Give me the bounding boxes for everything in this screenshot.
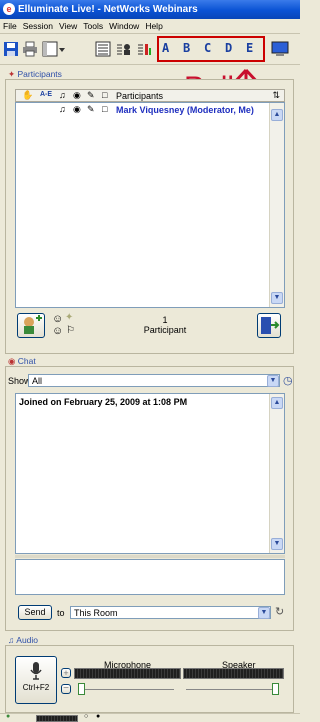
chat-transcript: Joined on February 25, 2009 at 1:08 PM ▲… xyxy=(15,393,285,554)
menu-file[interactable]: File xyxy=(0,19,20,33)
scroll-up-icon[interactable]: ▲ xyxy=(271,109,283,121)
chat-splitter[interactable] xyxy=(15,555,285,558)
microphone-volume-track xyxy=(80,689,174,690)
chat-show-select[interactable]: All ▼ xyxy=(28,374,280,387)
menu-bar: File Session View Tools Window Help xyxy=(0,19,300,34)
elluminate-logo-icon: e xyxy=(3,3,15,15)
recipient-value: This Room xyxy=(74,608,118,618)
talk-hotkey-label: Ctrl+F2 xyxy=(22,683,50,692)
participant-app-share-icon: □ xyxy=(102,104,108,114)
raise-hand-list-icon[interactable] xyxy=(115,41,131,57)
participant-whiteboard-icon: ✎ xyxy=(87,104,95,114)
show-dropdown-chevron-icon[interactable]: ▼ xyxy=(267,375,279,387)
chat-message-input[interactable] xyxy=(15,559,285,595)
print-icon[interactable] xyxy=(22,41,38,57)
layout-menu-icon[interactable] xyxy=(42,41,66,57)
window-title: Elluminate Live! - NetWorks Webinars xyxy=(18,4,198,15)
recipient-select[interactable]: This Room ▼ xyxy=(70,606,271,619)
exit-session-button[interactable] xyxy=(257,313,281,338)
send-button[interactable]: Send xyxy=(18,605,52,620)
participant-audio-icon: ♫ xyxy=(59,104,66,114)
microphone-volume-up-button[interactable]: + xyxy=(61,668,71,678)
add-participant-icon xyxy=(24,315,42,334)
manage-participants-button[interactable] xyxy=(17,313,45,338)
talk-button[interactable]: Ctrl+F2 xyxy=(15,656,57,704)
poll-results-icon[interactable] xyxy=(136,41,152,57)
participant-name: Mark Viquesney (Moderator, Me) xyxy=(116,105,254,115)
participants-scrollbar[interactable]: ▲ ▼ xyxy=(269,103,284,307)
chat-scroll-up-icon[interactable]: ▲ xyxy=(271,397,283,409)
audio-icon: ♫ xyxy=(8,635,15,645)
menu-session[interactable]: Session xyxy=(20,19,56,33)
video-column-icon[interactable]: ◉ xyxy=(73,90,81,101)
menu-tools[interactable]: Tools xyxy=(80,19,106,33)
microphone-volume-down-button[interactable]: − xyxy=(61,684,71,694)
chat-icon: ◉ xyxy=(8,356,16,366)
audio-panel-header: ♫ Audio xyxy=(8,635,38,645)
participant-count-label: Participant xyxy=(143,325,187,335)
emoticon-face-icon[interactable]: ☺ xyxy=(52,325,63,337)
save-icon[interactable] xyxy=(3,41,19,57)
list-icon[interactable] xyxy=(95,41,111,57)
emoticons-icon[interactable]: ☺ xyxy=(52,313,63,325)
speaker-volume-slider[interactable] xyxy=(272,683,279,695)
menu-window[interactable]: Window xyxy=(106,19,142,33)
scroll-down-icon[interactable]: ▼ xyxy=(271,292,283,304)
speaker-level-meter xyxy=(183,668,284,679)
application-sharing-icon[interactable] xyxy=(271,41,289,57)
speaker-volume-track xyxy=(186,689,276,690)
app-share-column-icon[interactable]: □ xyxy=(102,90,107,100)
poll-column-icon[interactable]: A-E xyxy=(40,91,52,98)
chat-options-icon[interactable]: ↻ xyxy=(275,605,284,618)
participant-row[interactable]: ♫ ◉ ✎ □ Mark Viquesney (Moderator, Me) xyxy=(16,104,270,116)
menu-help[interactable]: Help xyxy=(142,19,165,33)
participants-column-header: ✋ A-E ♫ ◉ ✎ □ Participants ⇅ xyxy=(15,89,285,102)
chat-transcript-scrollbar[interactable]: ▲ ▼ xyxy=(269,394,284,553)
chat-to-label: to xyxy=(57,608,65,618)
audio-column-icon[interactable]: ♫ xyxy=(59,90,66,100)
chat-panel-title: Chat xyxy=(17,356,36,366)
audio-panel-title: Audio xyxy=(16,635,39,645)
feedback-icon[interactable]: ⚐ xyxy=(66,325,75,336)
participant-count-value: 1 xyxy=(162,315,168,325)
chat-message: Joined on February 25, 2009 at 1:08 PM xyxy=(19,397,188,407)
participants-panel-title: Participants xyxy=(17,69,62,79)
participants-column-label[interactable]: Participants xyxy=(116,91,163,101)
microphone-level-meter xyxy=(74,668,181,679)
sort-icon[interactable]: ⇅ xyxy=(272,90,280,101)
history-clock-icon[interactable]: ◷ xyxy=(283,374,293,387)
connection-status-icon: ● xyxy=(6,713,11,720)
participants-icon: ✦ xyxy=(8,69,16,79)
participants-list: ♫ ◉ ✎ □ Mark Viquesney (Moderator, Me) ▲… xyxy=(15,102,285,308)
hand-column-icon[interactable]: ✋ xyxy=(22,90,33,101)
status-record-icon: ● xyxy=(96,713,101,720)
recipient-dropdown-chevron-icon[interactable]: ▼ xyxy=(258,607,270,619)
chat-show-value: All xyxy=(32,376,43,386)
status-key-icon: ○ xyxy=(84,713,89,720)
menu-view[interactable]: View xyxy=(56,19,80,33)
microphone-icon xyxy=(30,662,42,680)
step-away-icon[interactable]: ✦ xyxy=(65,312,73,323)
window-title-bar: e Elluminate Live! - NetWorks Webinars xyxy=(0,0,300,19)
send-button-label: Send xyxy=(24,607,46,617)
participant-video-icon: ◉ xyxy=(73,104,81,114)
microphone-volume-slider[interactable] xyxy=(78,683,85,695)
exit-door-icon xyxy=(261,317,280,334)
participant-count: 1 Participant xyxy=(110,315,220,335)
poll-highlight-box xyxy=(157,36,265,62)
whiteboard-column-icon[interactable]: ✎ xyxy=(87,90,95,101)
chat-scroll-down-icon[interactable]: ▼ xyxy=(271,538,283,550)
